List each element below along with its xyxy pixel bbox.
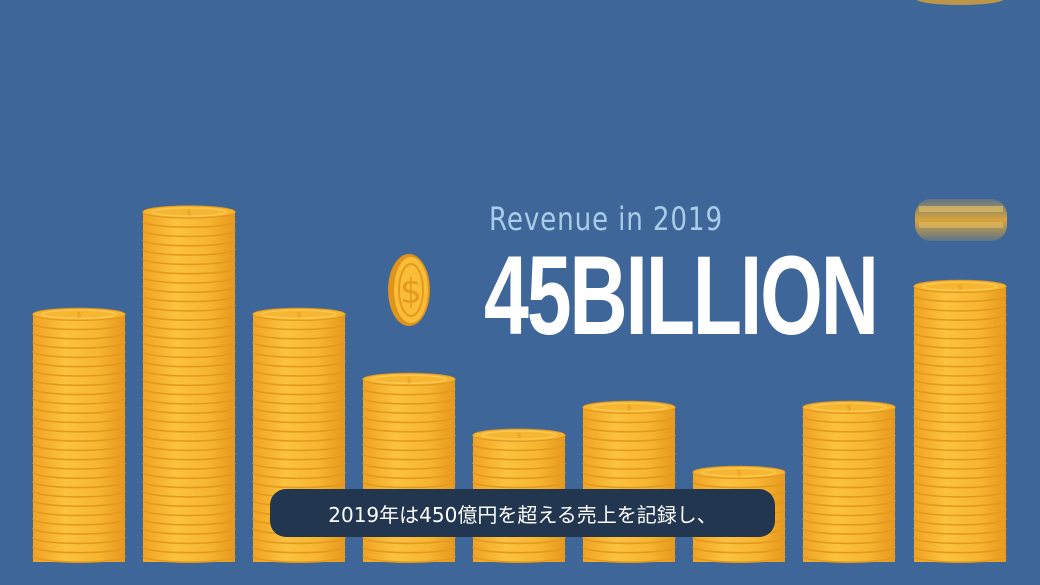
subtitle-caption: 2019年は450億円を超える売上を記録し、 <box>270 489 775 537</box>
revenue-amount: 45BILLION <box>484 233 879 358</box>
dollar-sign-icon: $ <box>296 310 301 319</box>
dollar-sign-icon: $ <box>626 403 631 412</box>
dollar-sign-icon: $ <box>186 208 191 217</box>
falling-coin-top <box>916 0 1004 5</box>
coin-stack-1: $ <box>32 307 126 563</box>
dollar-sign-icon: $ <box>400 272 422 312</box>
dollar-sign-icon: $ <box>846 403 851 412</box>
coin-stack-8: $ <box>802 400 896 563</box>
dollar-sign-icon: $ <box>736 468 741 477</box>
coin-stack-6: $ <box>582 400 676 563</box>
dollar-sign-icon: $ <box>406 375 411 384</box>
dollar-sign-icon: $ <box>76 310 81 319</box>
dollar-sign-icon: $ <box>957 282 962 291</box>
flipping-coin: $ <box>388 254 430 326</box>
coin-stack-9: $ <box>913 279 1007 563</box>
falling-coin-blur <box>915 199 1007 241</box>
coin-stack-2: $ <box>142 205 236 563</box>
video-frame: $ $ $ $ $ $ $ $ $ $ Revenue in 2019 45BILLION 20… <box>0 0 1040 585</box>
dollar-sign-icon: $ <box>516 431 521 440</box>
